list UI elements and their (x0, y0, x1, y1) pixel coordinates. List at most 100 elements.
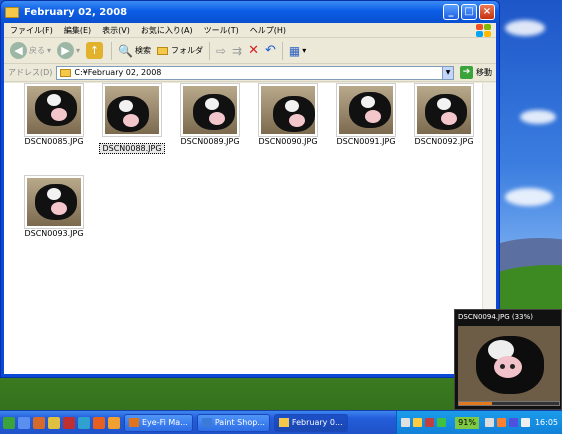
up-folder-icon: ↑ (86, 42, 104, 59)
thumbnail[interactable] (336, 83, 396, 137)
media-icon[interactable] (63, 416, 75, 429)
toolbar: ◀ 戻る ▾ ▶ ▾ ↑ 🔍 検索 フォルダ ⇨ ⇉ ✕ ↶ ▦ ▾ (4, 38, 496, 64)
file-item[interactable]: DSCN0089.JPG (171, 83, 249, 163)
messenger-icon[interactable] (78, 416, 90, 429)
close-button[interactable]: × (479, 4, 495, 20)
ie-icon[interactable] (18, 416, 30, 429)
chevron-down-icon[interactable]: ▼ (442, 66, 453, 79)
tray-icon[interactable] (437, 418, 447, 427)
system-tray: 91% 16:05 (396, 410, 562, 434)
file-item[interactable]: DSCN0085.JPG (15, 83, 93, 163)
forward-button[interactable]: ▶ ▾ (57, 42, 80, 59)
explorer-window[interactable]: February 02, 2008 _ □ × ファイル(F) 編集(E) 表示… (0, 0, 500, 378)
volume-icon[interactable] (520, 418, 530, 427)
file-name: DSCN0088.JPG (99, 143, 165, 154)
app-icon (278, 418, 289, 427)
thumbnail[interactable] (258, 83, 318, 137)
taskbar-button[interactable]: Paint Shop... (196, 413, 270, 432)
transfer-preview-popup: DSCN0094.JPG (33%) (454, 309, 562, 410)
undo-button[interactable]: ↶ (265, 43, 276, 58)
file-name: DSCN0085.JPG (24, 137, 84, 146)
file-item[interactable]: DSCN0093.JPG (15, 175, 93, 255)
start-icon[interactable] (3, 416, 15, 429)
tray-icon[interactable] (413, 418, 423, 427)
photo-thumbnail (27, 178, 81, 226)
menu-edit[interactable]: 編集(E) (64, 25, 91, 36)
menu-file[interactable]: ファイル(F) (10, 25, 53, 36)
search-icon: 🔍 (118, 43, 133, 58)
app-icon[interactable] (108, 416, 120, 429)
app-icon[interactable] (93, 416, 105, 429)
back-arrow-icon: ◀ (10, 42, 27, 59)
thumbnail[interactable] (102, 83, 162, 137)
toolbar-divider (281, 41, 283, 60)
menu-bar: ファイル(F) 編集(E) 表示(V) お気に入り(A) ツール(T) ヘルプ(… (4, 23, 496, 38)
up-folder-button[interactable]: ↑ (86, 42, 105, 59)
title-bar[interactable]: February 02, 2008 _ □ × (1, 1, 499, 23)
copy-to-button[interactable]: ⇉ (232, 44, 242, 58)
forward-arrow-icon: ▶ (57, 42, 75, 59)
thumbnail[interactable] (180, 83, 240, 137)
firefox-icon[interactable] (33, 416, 45, 429)
maximize-button[interactable]: □ (461, 4, 477, 20)
file-item[interactable]: DSCN0090.JPG (249, 83, 327, 163)
menu-help[interactable]: ヘルプ(H) (250, 25, 286, 36)
move-to-button[interactable]: ⇨ (216, 44, 226, 58)
file-item[interactable]: DSCN0092.JPG (405, 83, 483, 163)
address-label: アドレス(D) (8, 68, 53, 77)
delete-button[interactable]: ✕ (248, 43, 259, 58)
go-arrow-icon: ➔ (460, 66, 473, 79)
views-button[interactable]: ▦ ▾ (289, 44, 306, 58)
file-name: DSCN0091.JPG (336, 137, 396, 146)
popup-photo (458, 326, 560, 402)
folders-icon (156, 46, 168, 55)
clock: 16:05 (534, 418, 558, 427)
app-icon (129, 418, 139, 427)
taskbar: Eye-Fi Ma... Paint Shop... February 0... 9… (0, 410, 562, 434)
tray-icon[interactable] (425, 418, 435, 427)
menu-tools[interactable]: ツール(T) (204, 25, 239, 36)
photo-thumbnail (339, 86, 393, 134)
thumbnail[interactable] (24, 83, 84, 137)
menu-favorites[interactable]: お気に入り(A) (141, 25, 193, 36)
folder-icon[interactable] (48, 416, 60, 429)
thumbnail[interactable] (24, 175, 84, 229)
photo-thumbnail (183, 86, 237, 134)
taskbar-button[interactable]: Eye-Fi Ma... (124, 413, 193, 432)
file-name: DSCN0089.JPG (180, 137, 240, 146)
folder-icon (5, 6, 19, 18)
photo-thumbnail (105, 86, 159, 134)
thumbnail[interactable] (414, 83, 474, 137)
back-button[interactable]: ◀ 戻る ▾ (10, 42, 51, 59)
transfer-progress-bar (458, 401, 560, 406)
eyefi-icon[interactable] (496, 418, 506, 427)
popup-title: DSCN0094.JPG (33%) (458, 313, 533, 321)
app-icon (201, 418, 212, 427)
undo-icon: ↶ (265, 43, 276, 58)
address-bar: アドレス(D) C:¥February 02, 2008 ▼ ➔ 移動 (4, 64, 496, 82)
file-name: DSCN0090.JPG (258, 137, 318, 146)
go-button[interactable]: ➔ 移動 (460, 66, 492, 79)
folder-icon (60, 68, 72, 77)
search-button[interactable]: 🔍 検索 (118, 44, 151, 58)
file-view[interactable]: DSCN0085.JPG DSCN0088.JPG DSCN0089.JPG DSCN… (4, 83, 496, 374)
transfer-progress-fill (459, 402, 492, 405)
photo-thumbnail (417, 86, 471, 134)
menu-view[interactable]: 表示(V) (102, 25, 130, 36)
tray-icon[interactable] (508, 418, 518, 427)
toolbar-divider (111, 41, 113, 60)
taskbar-button[interactable]: February 0... (273, 413, 348, 432)
address-input[interactable]: C:¥February 02, 2008 ▼ (56, 65, 454, 80)
file-item[interactable]: DSCN0088.JPG (93, 83, 171, 163)
address-value: C:¥February 02, 2008 (74, 68, 162, 77)
window-title: February 02, 2008 (24, 6, 128, 18)
delete-icon: ✕ (248, 43, 260, 58)
file-item[interactable]: DSCN0091.JPG (327, 83, 405, 163)
tray-icon[interactable] (401, 418, 411, 427)
network-icon[interactable] (484, 418, 494, 427)
battery-indicator[interactable]: 91% (455, 416, 479, 429)
file-name: DSCN0093.JPG (24, 229, 84, 238)
minimize-button[interactable]: _ (443, 4, 459, 20)
folders-button[interactable]: フォルダ (156, 45, 203, 56)
photo-thumbnail (261, 86, 315, 134)
